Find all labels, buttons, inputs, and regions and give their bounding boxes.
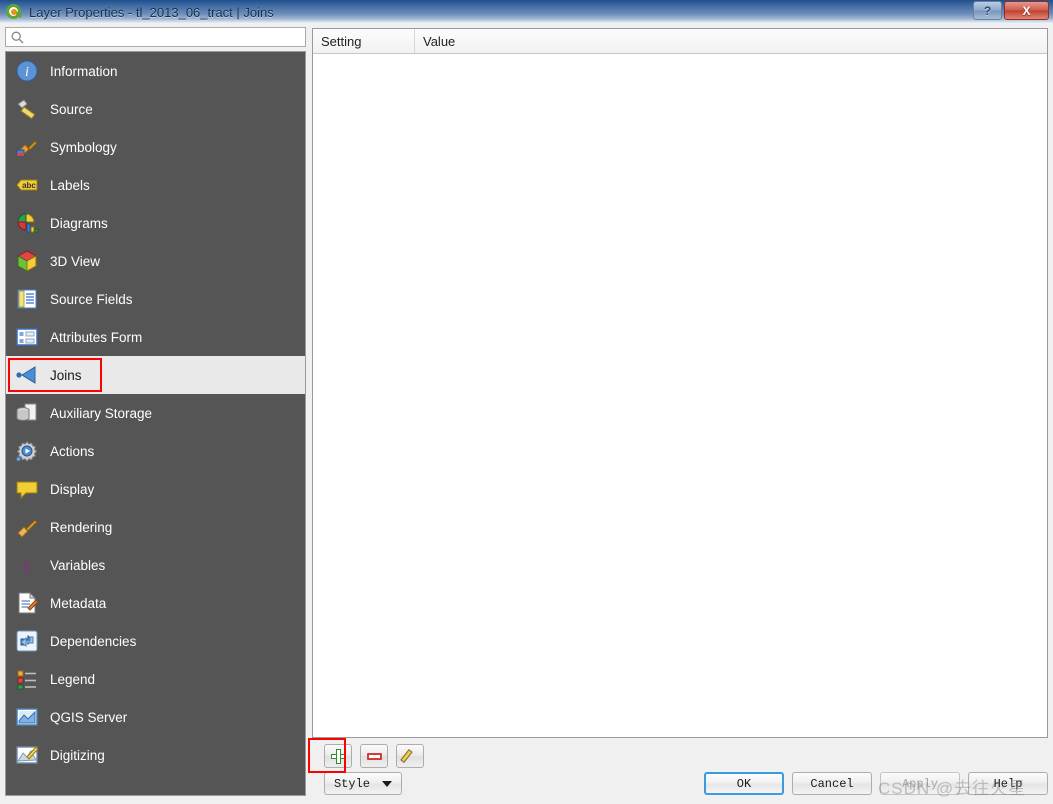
svg-text:abc: abc	[22, 181, 36, 190]
sidebar-item-symbology[interactable]: Symbology	[6, 128, 305, 166]
dependencies-icon	[14, 628, 40, 654]
title-bar: Layer Properties - tl_2013_06_tract | Jo…	[0, 0, 1053, 24]
sidebar-item-label: Legend	[50, 671, 96, 687]
sidebar-item-labels[interactable]: abc Labels	[6, 166, 305, 204]
sidebar-item-label: Source	[50, 101, 93, 117]
sidebar-nav-list: i Information Source Symbology abc Labels	[5, 51, 306, 796]
sidebar-item-qgis-server[interactable]: QGIS Server	[6, 698, 305, 736]
auxiliary-storage-icon	[14, 400, 40, 426]
sidebar-item-label: Diagrams	[50, 215, 108, 231]
close-button[interactable]: X	[1004, 1, 1049, 20]
search-icon	[6, 31, 28, 44]
sidebar-item-label: Joins	[50, 367, 82, 383]
display-icon	[14, 476, 40, 502]
help-button[interactable]: ?	[973, 1, 1002, 20]
style-button-label: Style	[333, 776, 370, 791]
diagrams-icon	[14, 210, 40, 236]
style-row: Style	[312, 772, 402, 795]
sidebar-item-diagrams[interactable]: Diagrams	[6, 204, 305, 242]
sidebar-item-label: Rendering	[50, 519, 113, 535]
remove-minus-icon	[366, 752, 382, 760]
add-join-button[interactable]	[324, 744, 352, 768]
joins-toolbar	[312, 744, 424, 768]
sidebar-item-label: Variables	[50, 557, 106, 573]
ok-button[interactable]: OK	[704, 772, 784, 795]
column-header-value[interactable]: Value	[415, 29, 1047, 53]
chevron-down-icon	[382, 780, 392, 787]
remove-join-button[interactable]	[360, 744, 388, 768]
window-title: Layer Properties - tl_2013_06_tract | Jo…	[29, 4, 274, 20]
sidebar-item-label: QGIS Server	[50, 709, 128, 725]
sidebar-item-display[interactable]: Display	[6, 470, 305, 508]
sidebar-item-digitizing[interactable]: Digitizing	[6, 736, 305, 774]
help-button[interactable]: Help	[968, 772, 1048, 795]
sidebar-item-information[interactable]: i Information	[6, 52, 305, 90]
sidebar-item-dependencies[interactable]: Dependencies	[6, 622, 305, 660]
joins-table: Setting Value	[312, 28, 1048, 738]
qgis-logo-icon	[5, 3, 23, 21]
sidebar-item-label: Digitizing	[50, 747, 105, 763]
style-button[interactable]: Style	[324, 772, 402, 795]
metadata-icon	[14, 590, 40, 616]
information-icon: i	[14, 58, 40, 84]
sidebar-item-label: Information	[50, 63, 118, 79]
labels-icon: abc	[14, 172, 40, 198]
sidebar-item-label: 3D View	[50, 253, 101, 269]
qgis-server-icon	[14, 704, 40, 730]
search-input[interactable]	[28, 28, 305, 46]
edit-join-button[interactable]	[396, 744, 424, 768]
source-fields-icon	[14, 286, 40, 312]
sidebar-item-rendering[interactable]: Rendering	[6, 508, 305, 546]
apply-button: Apply	[880, 772, 960, 795]
sidebar-item-source[interactable]: Source	[6, 90, 305, 128]
sidebar-item-label: Attributes Form	[50, 329, 143, 345]
svg-text:ε: ε	[23, 555, 31, 577]
main-panel: Setting Value Style OK Cancel Apply Help	[312, 28, 1048, 800]
edit-pencil-icon	[400, 748, 418, 764]
window-controls: ? X	[973, 1, 1049, 20]
sidebar-item-legend[interactable]: Legend	[6, 660, 305, 698]
search-box[interactable]	[5, 27, 306, 47]
layer-properties-dialog: Layer Properties - tl_2013_06_tract | Jo…	[0, 0, 1053, 804]
sidebar-item-3d-view[interactable]: 3D View	[6, 242, 305, 280]
add-plus-icon	[330, 748, 346, 764]
joins-icon	[14, 362, 40, 388]
legend-icon	[14, 666, 40, 692]
sidebar-item-label: Dependencies	[50, 633, 137, 649]
rendering-icon	[14, 514, 40, 540]
sidebar-item-joins[interactable]: Joins	[6, 356, 305, 394]
sidebar-item-label: Metadata	[50, 595, 107, 611]
sidebar-item-auxiliary-storage[interactable]: Auxiliary Storage	[6, 394, 305, 432]
sidebar-item-label: Actions	[50, 443, 95, 459]
cancel-button[interactable]: Cancel	[792, 772, 872, 795]
dialog-button-row: OK Cancel Apply Help	[704, 772, 1048, 795]
sidebar-item-label: Auxiliary Storage	[50, 405, 153, 421]
sidebar-item-attributes-form[interactable]: Attributes Form	[6, 318, 305, 356]
sidebar-item-label: Display	[50, 481, 95, 497]
sidebar-item-variables[interactable]: ε Variables	[6, 546, 305, 584]
3d-view-icon	[14, 248, 40, 274]
column-header-setting[interactable]: Setting	[313, 29, 415, 53]
variables-icon: ε	[14, 552, 40, 578]
sidebar-item-actions[interactable]: Actions	[6, 432, 305, 470]
symbology-icon	[14, 134, 40, 160]
sidebar-item-label: Source Fields	[50, 291, 133, 307]
digitizing-icon	[14, 742, 40, 768]
source-icon	[14, 96, 40, 122]
table-body	[313, 54, 1047, 737]
sidebar-item-label: Labels	[50, 177, 90, 193]
sidebar: i Information Source Symbology abc Labels	[0, 24, 310, 804]
sidebar-item-metadata[interactable]: Metadata	[6, 584, 305, 622]
table-header-row: Setting Value	[313, 29, 1047, 54]
sidebar-item-source-fields[interactable]: Source Fields	[6, 280, 305, 318]
actions-icon	[14, 438, 40, 464]
attributes-form-icon	[14, 324, 40, 350]
svg-text:i: i	[25, 65, 29, 80]
sidebar-item-label: Symbology	[50, 139, 117, 155]
